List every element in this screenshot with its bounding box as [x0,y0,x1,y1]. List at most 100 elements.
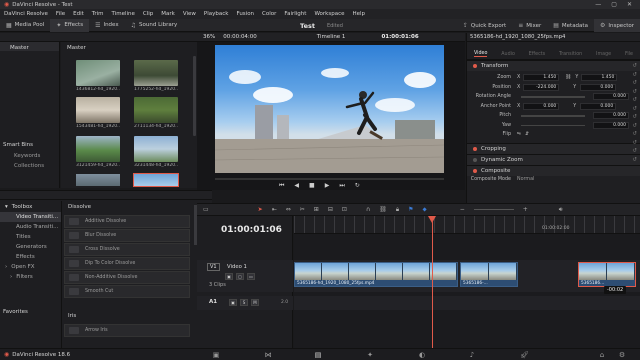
menu-trim[interactable]: Trim [92,11,104,17]
tab-audio[interactable]: Audio [501,52,515,57]
transition-smooth-cut[interactable]: Smooth Cut [64,285,190,298]
flag-icon[interactable]: ⚑ [408,206,413,213]
v1-tag[interactable]: V1 [207,263,220,271]
tab-file[interactable]: File [625,52,633,57]
reset-icon[interactable]: ↺ [632,131,637,137]
mute-track-icon[interactable]: M [251,299,259,306]
reset-icon[interactable]: ↺ [632,80,637,86]
tree-generators[interactable]: Generators [0,242,61,252]
mixer-button[interactable]: ≡ Mixer [512,19,547,32]
fairlight-page-icon[interactable]: ♪ [468,351,476,359]
clip-thumb[interactable]: 1436812-hd_1920... [76,60,120,92]
zoom-in-icon[interactable]: + [523,206,528,213]
menu-mark[interactable]: Mark [161,11,175,17]
open-fx-node[interactable]: › Open FX [0,262,61,272]
timeline-ruler[interactable]: 01:00:02:00 [294,216,640,234]
transform-section[interactable]: Transform [467,60,640,71]
skip-end-icon[interactable]: ⏭ [339,182,344,190]
playhead[interactable] [432,216,433,348]
menu-color[interactable]: Color [262,11,276,17]
enable-dot-icon[interactable] [473,64,477,68]
media-pool-scrollbar[interactable] [193,56,196,136]
timeline-name[interactable]: Timeline 1 [317,34,346,40]
reset-icon[interactable]: ↺ [632,123,637,129]
yaw-slider[interactable] [521,124,585,126]
fusion-page-icon[interactable]: ✦ [366,351,374,359]
zoom-x-field[interactable]: 1.450 [523,74,560,82]
clip-thumb[interactable]: 3121459-hd_1920... [76,136,120,168]
filters-node[interactable]: › Filters [0,272,61,282]
sound-library-button[interactable]: ♫ Sound Library [125,19,184,32]
transition-blur-dissolve[interactable]: Blur Dissolve [64,229,190,242]
play-reverse-icon[interactable]: ◀ [294,182,299,190]
blade-tool-icon[interactable]: ✂ [300,206,305,213]
timeline-canvas[interactable]: 01:00:02:00 5365186-hd_1920_1080_25fps.m… [294,216,640,348]
viewer-zoom[interactable]: 36% [203,34,215,40]
overwrite-clip-icon[interactable]: ⊟ [328,206,333,213]
menu-playback[interactable]: Playback [204,11,229,17]
tree-titles[interactable]: Titles [0,232,61,242]
tab-effects[interactable]: Effects [529,52,545,57]
stop-icon[interactable]: ■ [309,182,315,190]
timeline-clip-selected[interactable]: 5365186... [578,262,636,287]
lock-track-icon[interactable]: ▣ [225,273,233,280]
zoom-y-field[interactable]: 1.450 [581,74,618,82]
tab-transition[interactable]: Transition [559,52,582,57]
deliver-page-icon[interactable]: 🚀︎ [520,351,529,359]
settings-icon[interactable]: ⚙ [618,351,626,359]
rotation-slider[interactable] [521,96,585,98]
close-icon[interactable]: ✕ [627,1,632,8]
media-pool-button[interactable]: ▦ Media Pool [0,19,50,32]
menu-edit[interactable]: Edit [73,11,84,17]
marker-icon[interactable]: ⬥ [423,206,427,214]
metadata-button[interactable]: ▤ Metadata [547,19,594,32]
tab-video[interactable]: Video [473,51,488,57]
reset-icon[interactable]: ↺ [632,114,637,120]
enable-dot-icon[interactable] [473,146,477,151]
transition-arrow-iris[interactable]: Arrow Iris [64,324,190,337]
tree-effects[interactable]: Effects [0,252,61,262]
menu-view[interactable]: View [183,11,196,17]
flip-horizontal-icon[interactable]: ⇋ [517,132,521,137]
keywords-bin[interactable]: Keywords [14,153,40,159]
enable-dot-icon[interactable] [473,157,477,162]
pitch-field[interactable]: 0.000 [593,112,629,120]
timeline-clip[interactable]: 5365186-hd_1920_1080_25fps.mp4 [294,262,458,287]
reset-icon[interactable]: ↺ [632,140,637,146]
clip-thumb[interactable]: 3231448-hd_1920... [134,136,178,168]
dynamic-trim-icon[interactable]: ⇔ [286,206,291,213]
v1-name[interactable]: Video 1 [227,264,247,270]
maximize-icon[interactable]: ▢ [611,1,617,8]
menu-fairlight[interactable]: Fairlight [284,11,306,17]
link-icon[interactable]: ⛓ [565,75,571,80]
tree-audio-transitions[interactable]: Audio Transiti... [0,222,61,232]
position-lock-icon[interactable]: 🔒︎ [396,206,399,214]
quick-export-button[interactable]: ⇪ Quick Export [457,19,512,32]
index-button[interactable]: ☰ Index [89,19,125,32]
enable-dot-icon[interactable] [473,168,477,173]
reset-icon[interactable]: ↺ [632,148,637,154]
menu-app[interactable]: DaVinci Resolve [4,11,48,17]
loop-icon[interactable]: ↻ [355,182,360,190]
media-page-icon[interactable]: ▣ [212,351,220,359]
anchor-y-field[interactable]: 0.000 [580,102,617,110]
rotation-field[interactable]: 0.000 [593,93,629,101]
a1-tag[interactable]: A1 [209,299,217,305]
menu-timeline[interactable]: Timeline [112,11,135,17]
minimize-icon[interactable]: — [595,1,601,8]
transition-dip-to-color[interactable]: Dip To Color Dissolve [64,257,190,270]
clip-thumb[interactable]: 2711134-hd_1920... [134,97,178,129]
viewer-frame[interactable] [215,45,444,173]
composite-section[interactable]: Composite [467,164,640,176]
replace-clip-icon[interactable]: ⊡ [342,206,347,213]
tab-image[interactable]: Image [596,52,611,57]
anchor-x-field[interactable]: 0.000 [523,102,560,110]
menu-fusion[interactable]: Fusion [236,11,254,17]
snapping-icon[interactable]: ∩ [366,206,370,213]
reset-icon[interactable]: ↺ [632,63,637,69]
insert-clip-icon[interactable]: ⊞ [314,206,319,213]
tree-video-transitions[interactable]: Video Transiti... [0,212,61,222]
toolbox-node[interactable]: ▾ Toolbox [0,201,61,210]
menu-clip[interactable]: Clip [143,11,153,17]
clip-thumb[interactable]: 1775252-hd_1920... [134,60,178,92]
